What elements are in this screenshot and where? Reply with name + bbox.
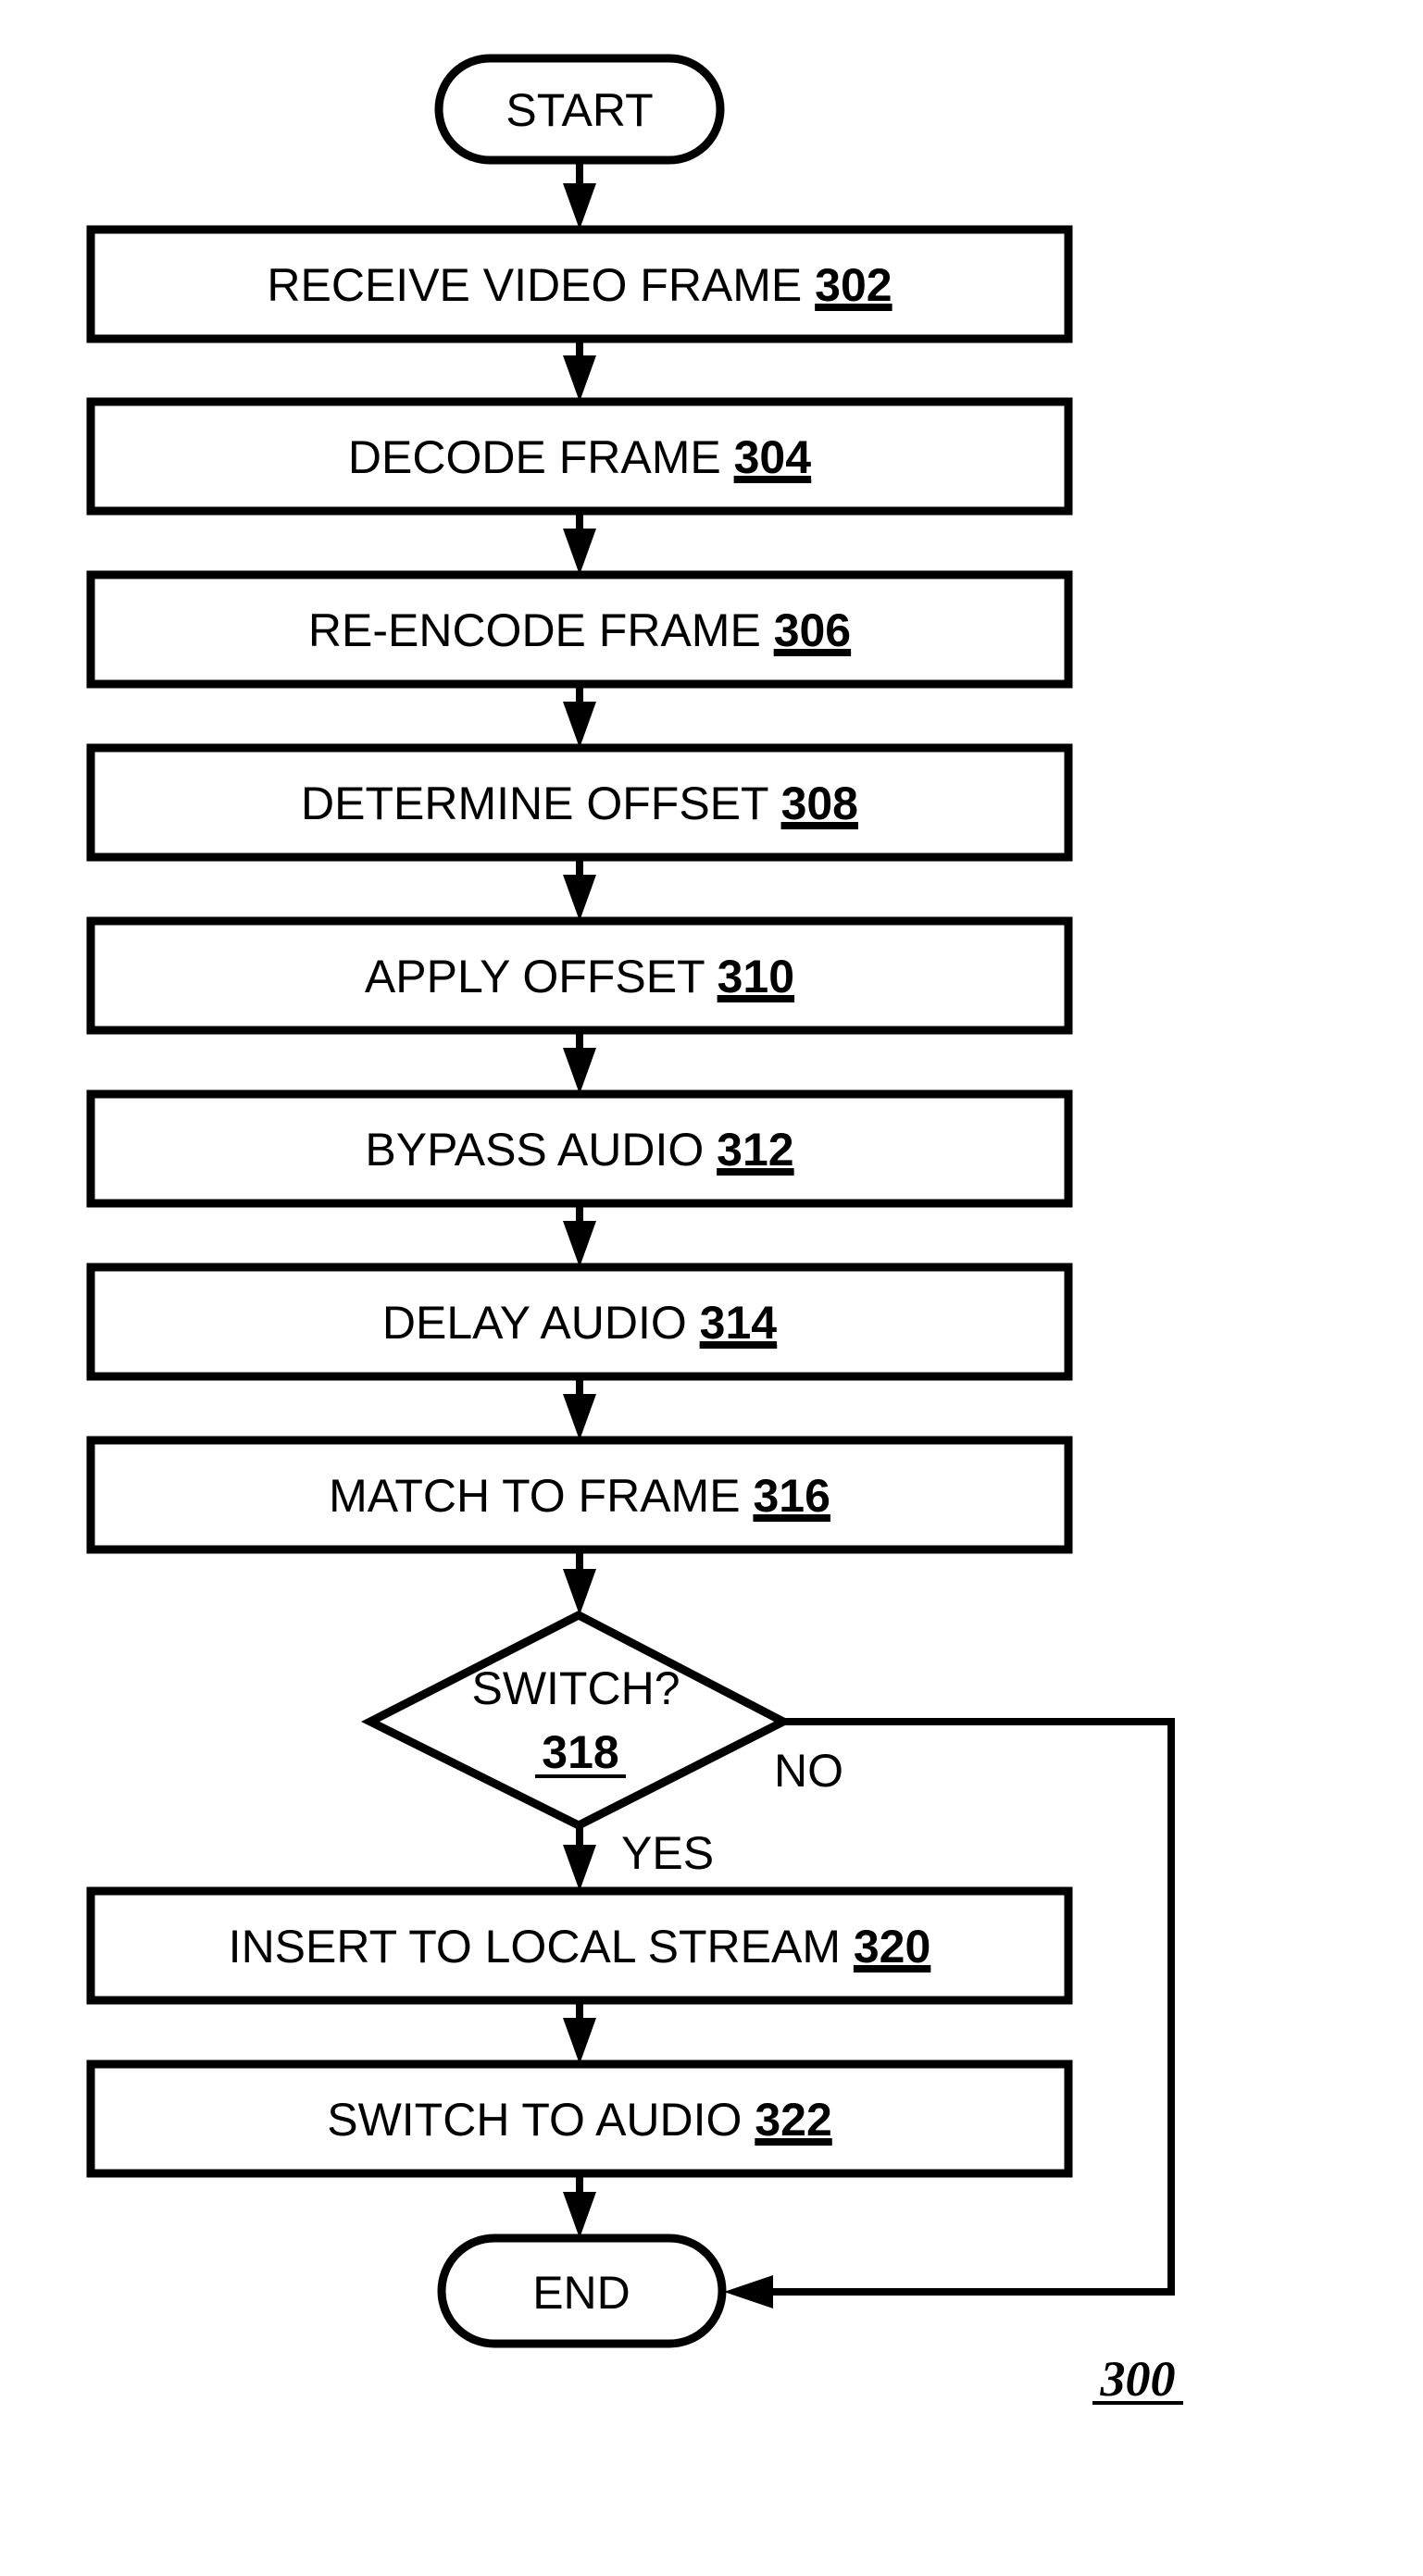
step-text: MATCH TO FRAME [329, 1470, 753, 1522]
no-label: NO [774, 1745, 843, 1797]
flowchart-300: START RECEIVE VIDEO FRAME 302 DECODE FRAM… [86, 54, 1183, 2407]
step-ref: 306 [774, 604, 851, 656]
arrow-connector [563, 511, 596, 575]
arrowhead-down-icon [563, 183, 596, 230]
decision-318: SWITCH? 318 YES NO [361, 1610, 843, 1879]
no-branch-connector [724, 1718, 1175, 2308]
step-text: DETERMINE OFFSET [301, 778, 781, 829]
step-label: RECEIVE VIDEO FRAME 302 [267, 259, 892, 311]
step-text: APPLY OFFSET [365, 951, 718, 1002]
end-terminal: END [437, 2234, 727, 2348]
step-label: DELAY AUDIO 314 [382, 1297, 777, 1349]
arrow-connector [563, 2000, 596, 2064]
step-label: RE-ENCODE FRAME 306 [308, 604, 851, 656]
step-ref: 304 [734, 431, 812, 483]
step-label: BYPASS AUDIO 312 [365, 1124, 793, 1176]
decision-ref: 318 [542, 1726, 618, 1778]
step-text: DECODE FRAME [348, 431, 734, 483]
no-branch-line [768, 1718, 1175, 2296]
step-label: APPLY OFFSET 310 [365, 951, 794, 1002]
step-322: SWITCH TO AUDIO 322 [86, 2060, 1073, 2178]
step-312: BYPASS AUDIO 312 [86, 1089, 1073, 1208]
step-label: MATCH TO FRAME 316 [329, 1470, 830, 1522]
arrow-connector [563, 857, 596, 921]
step-308: DETERMINE OFFSET 308 [86, 743, 1073, 862]
arrow-connector [563, 2173, 596, 2238]
step-ref: 310 [718, 951, 794, 1002]
arrowhead-down-icon [563, 1569, 596, 1615]
yes-label: YES [621, 1827, 714, 1879]
step-label: INSERT TO LOCAL STREAM 320 [229, 1921, 931, 1972]
step-text: BYPASS AUDIO [365, 1124, 717, 1176]
arrow-connector [563, 1203, 596, 1267]
step-310: APPLY OFFSET 310 [86, 916, 1073, 1035]
step-ref: 322 [755, 2094, 831, 2146]
step-text: DELAY AUDIO [382, 1297, 700, 1349]
start-terminal: START [434, 54, 725, 165]
arrowhead-down-icon [563, 2018, 596, 2064]
step-320: INSERT TO LOCAL STREAM 320 [86, 1886, 1073, 2005]
step-label: DECODE FRAME 304 [348, 431, 811, 483]
arrowhead-down-icon [563, 529, 596, 575]
arrow-connector [563, 684, 596, 748]
step-text: RE-ENCODE FRAME [308, 604, 774, 656]
arrow-connector [563, 160, 596, 230]
step-ref: 308 [781, 778, 858, 829]
step-302: RECEIVE VIDEO FRAME 302 [86, 225, 1073, 343]
arrowhead-down-icon [563, 1845, 596, 1891]
step-ref: 312 [717, 1124, 793, 1176]
decision-diamond [361, 1610, 793, 1831]
start-label: START [506, 84, 653, 136]
arrow-connector [563, 1549, 596, 1615]
arrowhead-down-icon [563, 2192, 596, 2238]
arrow-connector [563, 1376, 596, 1440]
step-304: DECODE FRAME 304 [86, 397, 1073, 516]
step-text: RECEIVE VIDEO FRAME [267, 259, 815, 311]
arrowhead-down-icon [563, 1394, 596, 1440]
step-306: RE-ENCODE FRAME 306 [86, 570, 1073, 689]
step-text: SWITCH TO AUDIO [327, 2094, 755, 2146]
step-ref: 316 [753, 1470, 830, 1522]
end-label: END [532, 2267, 630, 2319]
arrowhead-down-icon [563, 1048, 596, 1094]
no-branch-arrowhead [724, 2275, 773, 2308]
arrowhead-down-icon [563, 355, 596, 402]
figure-reference: 300 [1092, 2351, 1183, 2407]
step-label: SWITCH TO AUDIO 322 [327, 2094, 832, 2146]
arrow-connector [563, 1825, 596, 1891]
step-ref: 302 [815, 259, 892, 311]
step-text: INSERT TO LOCAL STREAM [229, 1921, 854, 1972]
figure-ref-label: 300 [1100, 2351, 1176, 2407]
step-ref: 320 [854, 1921, 930, 1972]
step-label: DETERMINE OFFSET 308 [301, 778, 858, 829]
arrowhead-down-icon [563, 1221, 596, 1267]
step-ref: 314 [700, 1297, 778, 1349]
arrow-connector [563, 1030, 596, 1094]
step-314: DELAY AUDIO 314 [86, 1263, 1073, 1381]
arrowhead-down-icon [563, 702, 596, 748]
arrowhead-down-icon [563, 875, 596, 921]
decision-question: SWITCH? [472, 1662, 680, 1714]
step-316: MATCH TO FRAME 316 [86, 1436, 1073, 1554]
arrow-connector [563, 339, 596, 402]
